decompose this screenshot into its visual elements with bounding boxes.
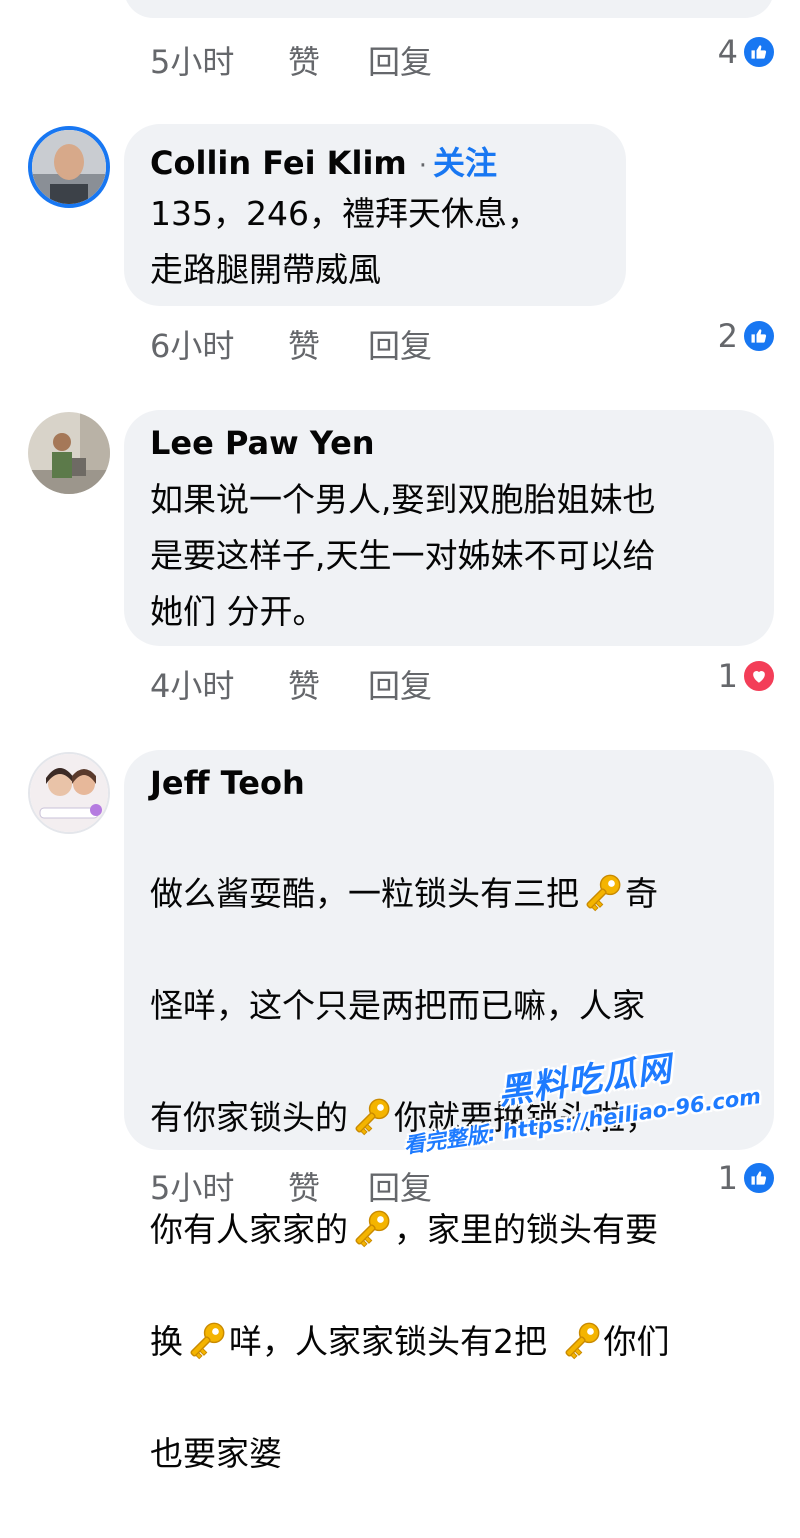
key-icon (348, 1094, 394, 1140)
text-segment: 你们 (603, 1322, 670, 1361)
comment-text: 135，246，禮拜天休息， 走路腿開帶威風 (150, 186, 540, 298)
like-icon (742, 319, 776, 353)
reaction-summary[interactable]: 1 (718, 654, 776, 698)
like-button[interactable]: 赞 (288, 661, 368, 707)
comment-meta: 5小时 赞 回复 (150, 1164, 432, 1208)
reaction-count: 1 (717, 657, 738, 695)
reply-button[interactable]: 回复 (368, 321, 432, 367)
comment-line: 135，246，禮拜天休息， (150, 194, 540, 233)
comment-line: 也要家婆 (150, 1426, 670, 1482)
key-icon (348, 1206, 394, 1252)
text-segment: ，家里的锁头有要 (394, 1210, 658, 1249)
reply-button[interactable]: 回复 (368, 1163, 432, 1209)
comment-header: Lee Paw Yen (150, 424, 375, 462)
like-button[interactable]: 赞 (288, 37, 368, 83)
avatar[interactable] (28, 126, 110, 208)
love-icon (742, 659, 776, 693)
comment-bubble-partial (124, 0, 774, 18)
like-button[interactable]: 赞 (288, 1163, 368, 1209)
comment-line: 你有人家家的 ，家里的锁头有要 (150, 1202, 670, 1258)
comment-line: 走路腿開帶威風 (150, 250, 381, 289)
reaction-summary[interactable]: 1 (718, 1156, 776, 1200)
follow-button[interactable]: 关注 (433, 138, 497, 184)
reaction-count: 4 (717, 33, 738, 71)
reaction-summary[interactable]: 2 (718, 314, 776, 358)
comment-text: 如果说一个男人,娶到双胞胎姐妹也 是要这样子,天生一对姊妹不可以给 她们 分开。 (150, 472, 656, 640)
comment-line: 是要这样子,天生一对姊妹不可以给 (150, 536, 656, 575)
key-icon (183, 1318, 229, 1364)
comment-time: 4小时 (150, 667, 235, 705)
text-segment: 换 (150, 1322, 183, 1361)
text-segment: 也要家婆 (150, 1434, 282, 1473)
separator-dot: · (418, 151, 428, 181)
reply-button[interactable]: 回复 (368, 661, 432, 707)
like-icon (742, 35, 776, 69)
text-segment: 咩，人家家锁头有2把 (229, 1322, 558, 1361)
comment-time: 5小时 (150, 43, 235, 81)
author-name[interactable]: Collin Fei Klim (150, 144, 407, 182)
comment-line: 换 咩，人家家锁头有2把 你们 (150, 1314, 670, 1370)
text-segment: 奇 (625, 874, 658, 913)
key-icon (558, 1318, 604, 1364)
reaction-count: 2 (717, 317, 738, 355)
like-button[interactable]: 赞 (288, 321, 368, 367)
avatar[interactable] (28, 752, 110, 834)
comment-time: 5小时 (150, 1169, 235, 1207)
comment-header: Jeff Teoh (150, 764, 305, 802)
comment-line: 如果说一个男人,娶到双胞胎姐妹也 (150, 480, 656, 519)
reaction-summary[interactable]: 4 (718, 30, 776, 74)
text-segment: 你有人家家的 (150, 1210, 348, 1249)
author-name[interactable]: Jeff Teoh (150, 764, 305, 802)
comment-line: 做么酱耍酷，一粒锁头有三把 奇 (150, 866, 670, 922)
reaction-count: 1 (717, 1159, 738, 1197)
like-icon (742, 1161, 776, 1195)
comment-line: 她们 分开。 (150, 592, 326, 631)
author-name[interactable]: Lee Paw Yen (150, 424, 375, 462)
text-segment: 怪咩，这个只是两把而已嘛，人家 (150, 986, 645, 1025)
comment-time: 6小时 (150, 327, 235, 365)
comment-meta: 6小时 赞 回复 (150, 322, 432, 366)
text-segment: 有你家锁头的 (150, 1098, 348, 1137)
comment-meta: 4小时 赞 回复 (150, 662, 432, 706)
avatar[interactable] (28, 412, 110, 494)
comment-meta: 5小时 赞 回复 (150, 38, 432, 82)
text-segment: 做么酱耍酷，一粒锁头有三把 (150, 874, 579, 913)
comment-header: Collin Fei Klim · 关注 (150, 138, 497, 184)
comment-line: 怪咩，这个只是两把而已嘛，人家 (150, 978, 670, 1034)
key-icon (579, 870, 625, 916)
reply-button[interactable]: 回复 (368, 37, 432, 83)
